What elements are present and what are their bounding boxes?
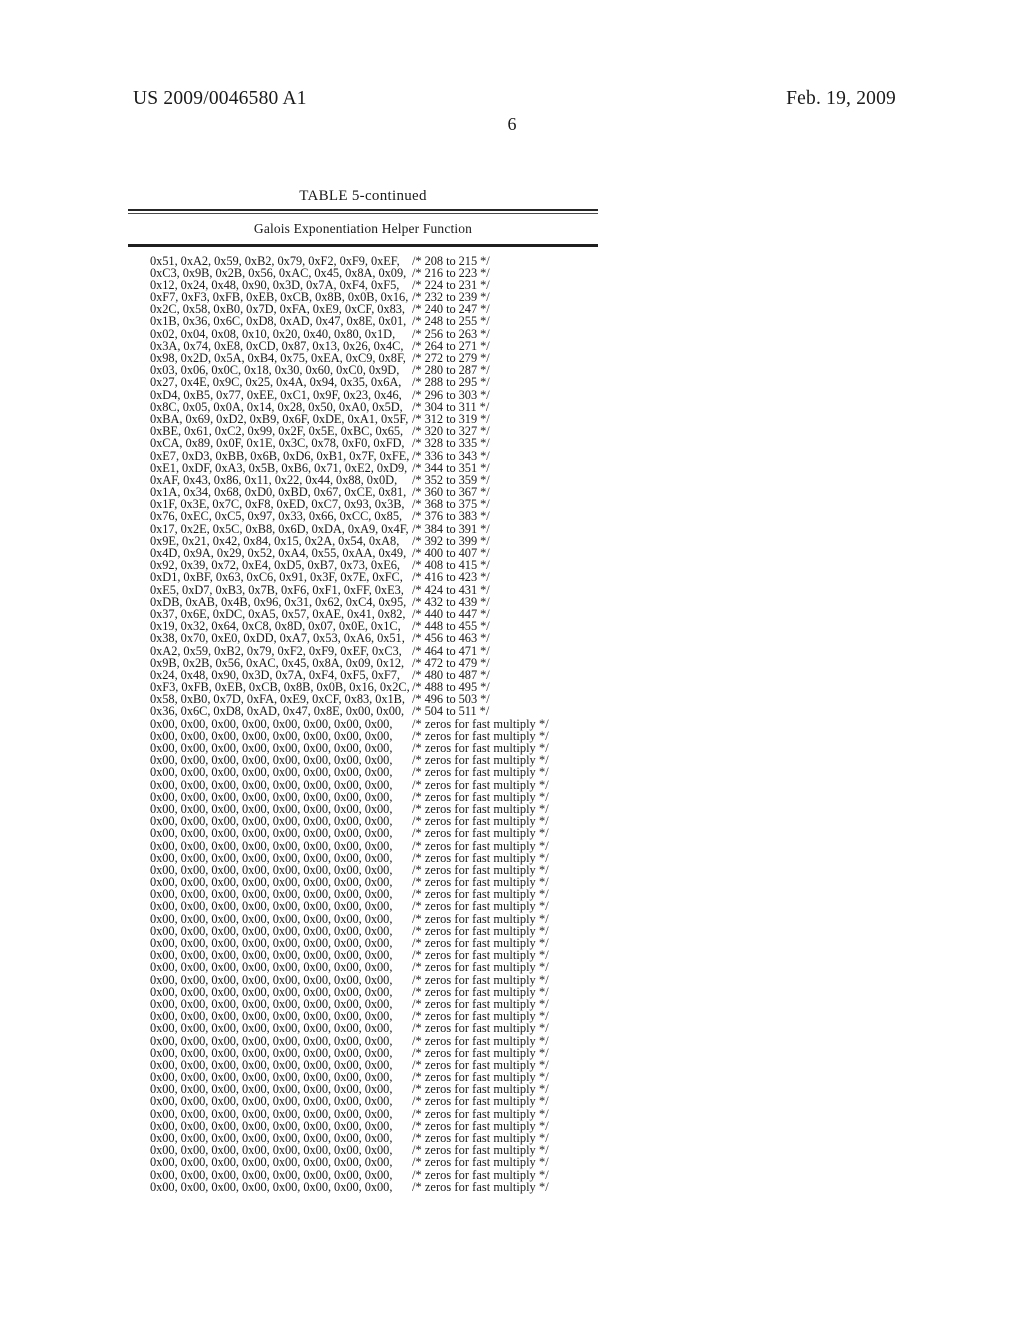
table-row: 0x76, 0xEC, 0xC5, 0x97, 0x33, 0x66, 0xCC… (150, 509, 598, 523)
table-row: 0x38, 0x70, 0xE0, 0xDD, 0xA7, 0x53, 0xA6… (150, 631, 598, 645)
table-row: 0x00, 0x00, 0x00, 0x00, 0x00, 0x00, 0x00… (150, 1131, 598, 1145)
table-row: 0x00, 0x00, 0x00, 0x00, 0x00, 0x00, 0x00… (150, 851, 598, 865)
table-row: 0x00, 0x00, 0x00, 0x00, 0x00, 0x00, 0x00… (150, 1119, 598, 1133)
publication-date: Feb. 19, 2009 (786, 88, 896, 109)
table-row: 0x00, 0x00, 0x00, 0x00, 0x00, 0x00, 0x00… (150, 936, 598, 950)
table-row: 0x00, 0x00, 0x00, 0x00, 0x00, 0x00, 0x00… (150, 1082, 598, 1096)
table-row: 0x58, 0xB0, 0x7D, 0xFA, 0xE9, 0xCF, 0x83… (150, 692, 598, 706)
table-row: 0x3A, 0x74, 0xE8, 0xCD, 0x87, 0x13, 0x26… (150, 339, 598, 353)
table-row: 0x00, 0x00, 0x00, 0x00, 0x00, 0x00, 0x00… (150, 1046, 598, 1060)
table-row: 0x4D, 0x9A, 0x29, 0x52, 0xA4, 0x55, 0xAA… (150, 546, 598, 560)
table-row: 0xD4, 0xB5, 0x77, 0xEE, 0xC1, 0x9F, 0x23… (150, 388, 598, 402)
table-row: 0x00, 0x00, 0x00, 0x00, 0x00, 0x00, 0x00… (150, 814, 598, 828)
table-row: 0xE5, 0xD7, 0xB3, 0x7B, 0xF6, 0xF1, 0xFF… (150, 583, 598, 597)
table-row: 0xE1, 0xDF, 0xA3, 0x5B, 0xB6, 0x71, 0xE2… (150, 461, 598, 475)
table-row: 0x00, 0x00, 0x00, 0x00, 0x00, 0x00, 0x00… (150, 717, 598, 731)
table-row: 0x00, 0x00, 0x00, 0x00, 0x00, 0x00, 0x00… (150, 839, 598, 853)
row-values: 0x00, 0x00, 0x00, 0x00, 0x00, 0x00, 0x00… (150, 1179, 393, 1194)
table-row: 0xDB, 0xAB, 0x4B, 0x96, 0x31, 0x62, 0xC4… (150, 595, 598, 609)
table-row: 0xF7, 0xF3, 0xFB, 0xEB, 0xCB, 0x8B, 0x0B… (150, 290, 598, 304)
table-body: 0x51, 0xA2, 0x59, 0xB2, 0x79, 0xF2, 0xF9… (128, 247, 598, 1194)
table-row: 0x9E, 0x21, 0x42, 0x84, 0x15, 0x2A, 0x54… (150, 534, 598, 548)
table-row: 0x00, 0x00, 0x00, 0x00, 0x00, 0x00, 0x00… (150, 1143, 598, 1157)
table-row: 0xAF, 0x43, 0x86, 0x11, 0x22, 0x44, 0x88… (150, 473, 598, 487)
table-row: 0x00, 0x00, 0x00, 0x00, 0x00, 0x00, 0x00… (150, 1107, 598, 1121)
table-row: 0x37, 0x6E, 0xDC, 0xA5, 0x57, 0xAE, 0x41… (150, 607, 598, 621)
table-row: 0x00, 0x00, 0x00, 0x00, 0x00, 0x00, 0x00… (150, 1168, 598, 1182)
patent-page: US 2009/0046580 A1 Feb. 19, 2009 6 TABLE… (0, 0, 1024, 1320)
table-row: 0x00, 0x00, 0x00, 0x00, 0x00, 0x00, 0x00… (150, 875, 598, 889)
row-comment: /* zeros for fast multiply */ (412, 1179, 549, 1194)
table-row: 0x00, 0x00, 0x00, 0x00, 0x00, 0x00, 0x00… (150, 1058, 598, 1072)
table-row: 0x9B, 0x2B, 0x56, 0xAC, 0x45, 0x8A, 0x09… (150, 656, 598, 670)
table-row: 0x00, 0x00, 0x00, 0x00, 0x00, 0x00, 0x00… (150, 985, 598, 999)
table-row: 0xE7, 0xD3, 0xBB, 0x6B, 0xD6, 0xB1, 0x7F… (150, 449, 598, 463)
table-row: 0x27, 0x4E, 0x9C, 0x25, 0x4A, 0x94, 0x35… (150, 375, 598, 389)
table-row: 0x00, 0x00, 0x00, 0x00, 0x00, 0x00, 0x00… (150, 802, 598, 816)
page-number: 6 (507, 114, 517, 134)
table-row: 0x03, 0x06, 0x0C, 0x18, 0x30, 0x60, 0xC0… (150, 363, 598, 377)
table-row: 0xBE, 0x61, 0xC2, 0x99, 0x2F, 0x5E, 0xBC… (150, 424, 598, 438)
table-row: 0x00, 0x00, 0x00, 0x00, 0x00, 0x00, 0x00… (150, 912, 598, 926)
table-row: 0x00, 0x00, 0x00, 0x00, 0x00, 0x00, 0x00… (150, 973, 598, 987)
table-row: 0x00, 0x00, 0x00, 0x00, 0x00, 0x00, 0x00… (150, 1034, 598, 1048)
table-row: 0x12, 0x24, 0x48, 0x90, 0x3D, 0x7A, 0xF4… (150, 278, 598, 292)
table-subheading: Galois Exponentiation Helper Function (253, 220, 473, 236)
table-row: 0x00, 0x00, 0x00, 0x00, 0x00, 0x00, 0x00… (150, 863, 598, 877)
table-row: 0x00, 0x00, 0x00, 0x00, 0x00, 0x00, 0x00… (150, 765, 598, 779)
table-5-continued: TABLE 5-continued Galois Exponentiation … (128, 188, 598, 1194)
table-row: 0x00, 0x00, 0x00, 0x00, 0x00, 0x00, 0x00… (150, 1070, 598, 1084)
table-row: 0x00, 0x00, 0x00, 0x00, 0x00, 0x00, 0x00… (150, 778, 598, 792)
table-row: 0x1B, 0x36, 0x6C, 0xD8, 0xAD, 0x47, 0x8E… (150, 314, 598, 328)
table-row: 0xF3, 0xFB, 0xEB, 0xCB, 0x8B, 0x0B, 0x16… (150, 680, 598, 694)
table-row: 0x00, 0x00, 0x00, 0x00, 0x00, 0x00, 0x00… (150, 826, 598, 840)
table-row: 0x98, 0x2D, 0x5A, 0xB4, 0x75, 0xEA, 0xC9… (150, 351, 598, 365)
table-row: 0x00, 0x00, 0x00, 0x00, 0x00, 0x00, 0x00… (150, 1179, 598, 1194)
table-row: 0xCA, 0x89, 0x0F, 0x1E, 0x3C, 0x78, 0xF0… (150, 436, 598, 450)
table-row: 0x00, 0x00, 0x00, 0x00, 0x00, 0x00, 0x00… (150, 997, 598, 1011)
table-row: 0xD1, 0xBF, 0x63, 0xC6, 0x91, 0x3F, 0x7E… (150, 570, 598, 584)
table-row: 0xBA, 0x69, 0xD2, 0xB9, 0x6F, 0xDE, 0xA1… (150, 412, 598, 426)
table-row: 0x19, 0x32, 0x64, 0xC8, 0x8D, 0x07, 0x0E… (150, 619, 598, 633)
table-row: 0x17, 0x2E, 0x5C, 0xB8, 0x6D, 0xDA, 0xA9… (150, 522, 598, 536)
table-row: 0x2C, 0x58, 0xB0, 0x7D, 0xFA, 0xE9, 0xCF… (150, 302, 598, 316)
table-row: 0x00, 0x00, 0x00, 0x00, 0x00, 0x00, 0x00… (150, 948, 598, 962)
table-row: 0x00, 0x00, 0x00, 0x00, 0x00, 0x00, 0x00… (150, 753, 598, 767)
table-row: 0x00, 0x00, 0x00, 0x00, 0x00, 0x00, 0x00… (150, 924, 598, 938)
table-row: 0x00, 0x00, 0x00, 0x00, 0x00, 0x00, 0x00… (150, 887, 598, 901)
table-caption: TABLE 5-continued (299, 188, 427, 204)
table-row: 0xC3, 0x9B, 0x2B, 0x56, 0xAC, 0x45, 0x8A… (150, 266, 598, 280)
table-row: 0xA2, 0x59, 0xB2, 0x79, 0xF2, 0xF9, 0xEF… (150, 644, 598, 658)
table-row: 0x92, 0x39, 0x72, 0xE4, 0xD5, 0xB7, 0x73… (150, 558, 598, 572)
table-row: 0x8C, 0x05, 0x0A, 0x14, 0x28, 0x50, 0xA0… (150, 400, 598, 414)
table-row: 0x00, 0x00, 0x00, 0x00, 0x00, 0x00, 0x00… (150, 1094, 598, 1108)
table-row: 0x00, 0x00, 0x00, 0x00, 0x00, 0x00, 0x00… (150, 1009, 598, 1023)
table-row: 0x1A, 0x34, 0x68, 0xD0, 0xBD, 0x67, 0xCE… (150, 485, 598, 499)
table-row: 0x1F, 0x3E, 0x7C, 0xF8, 0xED, 0xC7, 0x93… (150, 497, 598, 511)
running-head: US 2009/0046580 A1 Feb. 19, 2009 (0, 88, 1024, 110)
publication-number: US 2009/0046580 A1 (133, 88, 307, 109)
table-row: 0x02, 0x04, 0x08, 0x10, 0x20, 0x40, 0x80… (150, 327, 598, 341)
table-row: 0x36, 0x6C, 0xD8, 0xAD, 0x47, 0x8E, 0x00… (150, 704, 598, 718)
table-row: 0x00, 0x00, 0x00, 0x00, 0x00, 0x00, 0x00… (150, 1155, 598, 1169)
table-row: 0x00, 0x00, 0x00, 0x00, 0x00, 0x00, 0x00… (150, 790, 598, 804)
table-row: 0x00, 0x00, 0x00, 0x00, 0x00, 0x00, 0x00… (150, 899, 598, 913)
table-row: 0x00, 0x00, 0x00, 0x00, 0x00, 0x00, 0x00… (150, 960, 598, 974)
table-row: 0x00, 0x00, 0x00, 0x00, 0x00, 0x00, 0x00… (150, 729, 598, 743)
table-row: 0x24, 0x48, 0x90, 0x3D, 0x7A, 0xF4, 0xF5… (150, 668, 598, 682)
table-row: 0x51, 0xA2, 0x59, 0xB2, 0x79, 0xF2, 0xF9… (150, 254, 598, 268)
table-row: 0x00, 0x00, 0x00, 0x00, 0x00, 0x00, 0x00… (150, 1021, 598, 1035)
table-row: 0x00, 0x00, 0x00, 0x00, 0x00, 0x00, 0x00… (150, 741, 598, 755)
